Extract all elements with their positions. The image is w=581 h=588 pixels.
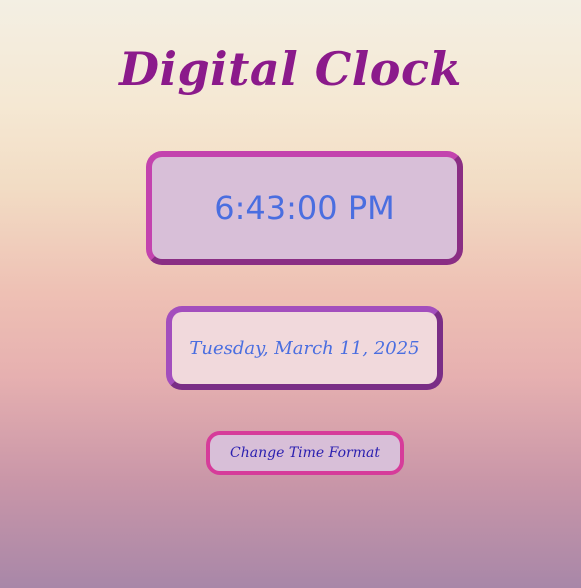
time-text: 6:43:00 PM [214,189,395,227]
page-title: Digital Clock [119,42,462,96]
change-time-format-label: Change Time Format [230,445,380,461]
change-time-format-button[interactable]: Change Time Format [206,431,404,475]
date-display: Tuesday, March 11, 2025 [166,306,443,390]
time-display: 6:43:00 PM [146,151,463,265]
date-text: Tuesday, March 11, 2025 [189,337,420,359]
